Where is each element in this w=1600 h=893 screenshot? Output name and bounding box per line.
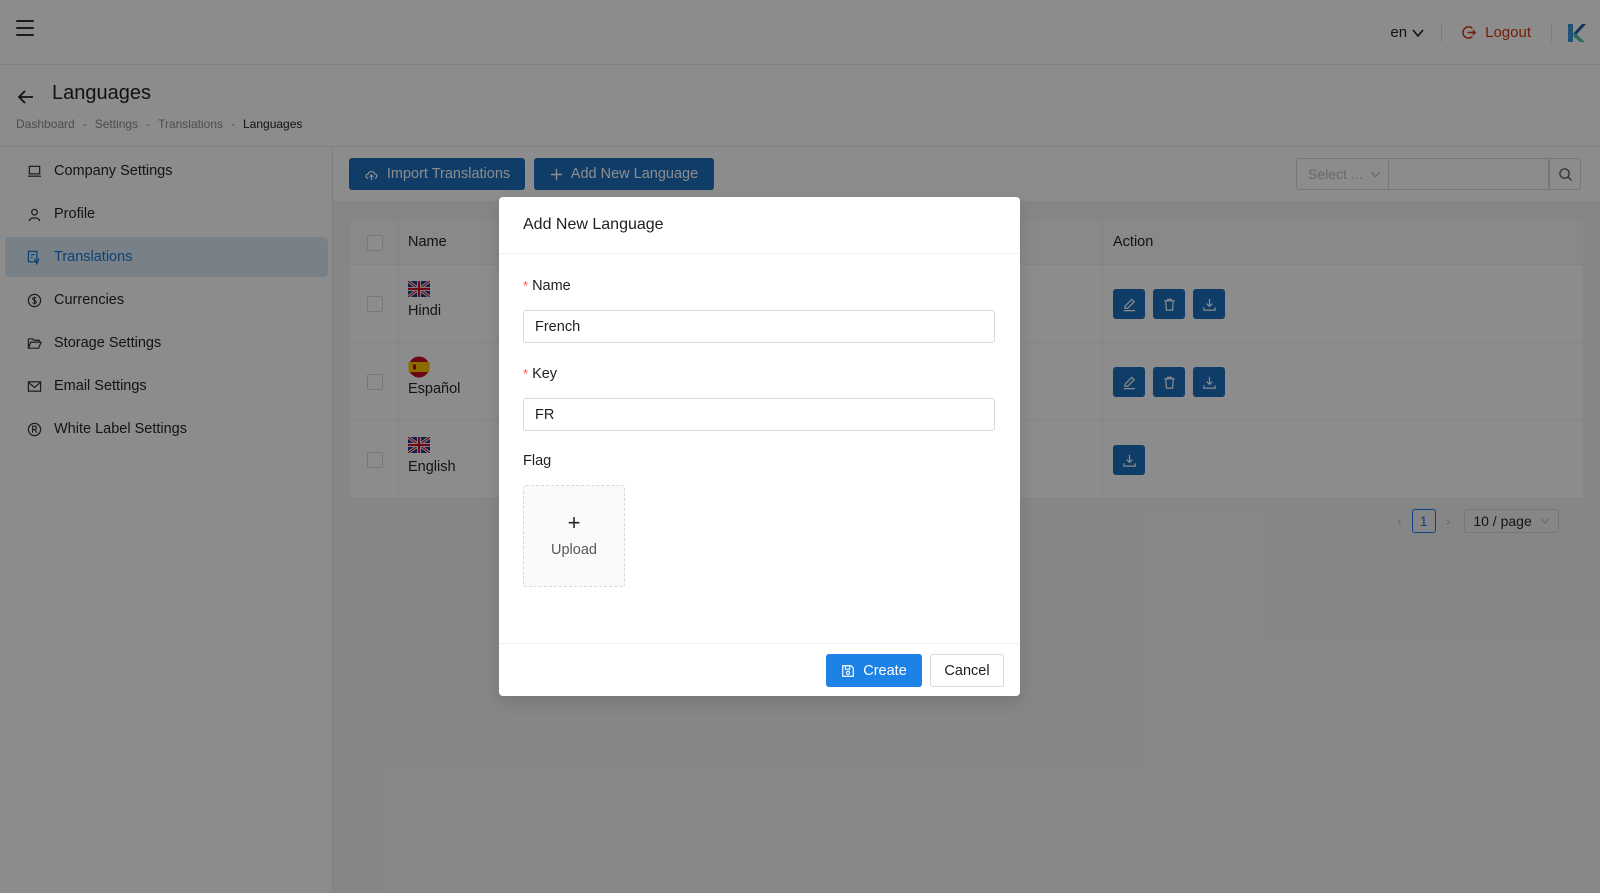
key-field-label: * Key (523, 366, 557, 382)
required-marker: * (523, 366, 529, 381)
plus-icon: + (567, 510, 581, 535)
upload-label: Upload (551, 542, 597, 558)
modal-title: Add New Language (499, 197, 1020, 254)
save-icon (842, 664, 855, 677)
name-input[interactable] (523, 310, 995, 343)
required-marker: * (523, 278, 529, 293)
modal-footer: Create Cancel (499, 643, 1020, 696)
flag-upload-button[interactable]: + Upload (523, 485, 625, 587)
add-language-modal: Add New Language *Name *Key Flag + Uploa… (499, 197, 1020, 696)
name-field-label: * Name (523, 278, 571, 294)
flag-field-label: Flag (523, 453, 552, 469)
name-label-text: Name (532, 278, 571, 294)
key-input[interactable] (523, 398, 995, 431)
create-label: Create (863, 662, 907, 679)
cancel-button[interactable]: Cancel (930, 654, 1004, 687)
key-label-text: Key (532, 366, 558, 382)
create-button[interactable]: Create (826, 654, 922, 687)
